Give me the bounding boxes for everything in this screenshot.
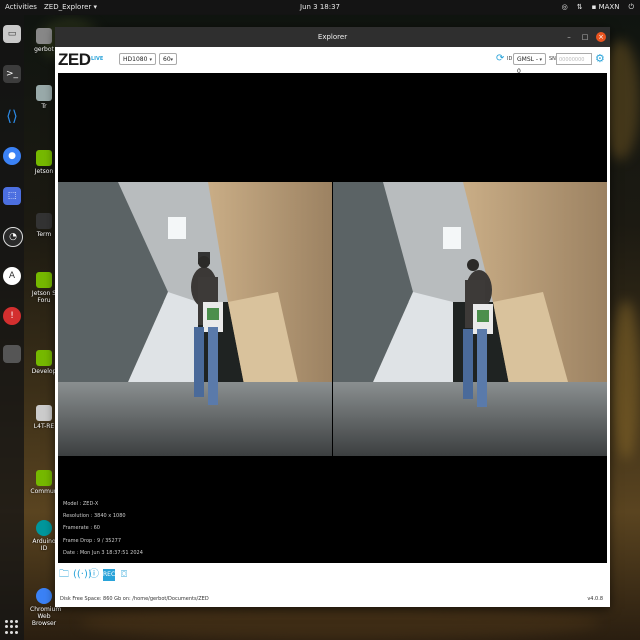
chevron-down-icon: ▾ xyxy=(170,57,173,63)
zed-logo: ZED xyxy=(58,50,91,69)
desktop-icon-3[interactable]: Jetson xyxy=(30,150,58,175)
nvidia-icon xyxy=(36,272,52,288)
zed-explorer-dock-icon[interactable] xyxy=(3,345,21,363)
tool-buttons: 🗀 ((·)) ⓘ REC ⌼ xyxy=(58,569,130,581)
desktop-icon-label: gerbot xyxy=(34,46,54,53)
vscode-icon[interactable]: ⟨⟩ xyxy=(3,107,21,125)
desktop-icon-label: Commun xyxy=(30,488,58,495)
desktop-icon-2[interactable]: Tr xyxy=(30,85,58,110)
nvidia-icon xyxy=(36,350,52,366)
terminal-icon xyxy=(36,213,52,229)
screenshot-icon[interactable]: ⬚ xyxy=(3,187,21,205)
stream-icon[interactable]: ((·)) xyxy=(73,569,92,581)
desktop-icon-label: Develop xyxy=(31,368,57,375)
info-icon[interactable]: ⓘ xyxy=(88,569,100,581)
desktop-icon-label: Jetson S Foru xyxy=(31,290,57,304)
desktop-icon-7[interactable]: L4T-RE xyxy=(30,405,58,430)
record-icon[interactable]: REC xyxy=(103,569,115,581)
desktop-icon-10[interactable]: Chromium Web Browser xyxy=(30,588,62,627)
maximize-button[interactable]: □ xyxy=(580,32,590,42)
system-tray[interactable]: ◎ ⇅ ▪ MAXN ⏻ xyxy=(562,0,634,15)
desktop-icon-label: L4T-RE xyxy=(33,423,55,430)
help-icon[interactable]: ! xyxy=(3,307,21,325)
fps-select[interactable]: 60 ▾ xyxy=(159,53,177,65)
power-icon[interactable]: ⏻ xyxy=(628,0,634,15)
snapshot-camera-icon[interactable]: ⌼ xyxy=(118,569,130,581)
clock[interactable]: Jun 3 18:37 xyxy=(300,0,370,15)
window-titlebar[interactable]: Explorer – □ × xyxy=(55,27,610,47)
nvidia-settings-icon[interactable]: ◎ xyxy=(562,0,568,15)
toolbar: ZED LIVE HD1080 ▾ 60 ▾ ⟳ ID GMSL - 0 ▾ S… xyxy=(55,47,610,75)
bottom-bar: 🗀 ((·)) ⓘ REC ⌼ Disk Free Space: 860 Gb … xyxy=(55,563,610,607)
resolution-value: HD1080 xyxy=(123,56,148,63)
software-icon[interactable]: A xyxy=(3,267,21,285)
dock: ▭ >_ ⟨⟩ ● ⬚ ◔ A ! xyxy=(0,15,24,640)
desktop-icon-8[interactable]: Commun xyxy=(30,470,58,495)
network-icon[interactable]: ⇅ xyxy=(577,0,583,15)
nvidia-icon: ▪ xyxy=(591,3,597,11)
video-viewport[interactable]: Model : ZED-X Resolution : 3840 x 1080 F… xyxy=(58,73,607,563)
trash-icon xyxy=(36,85,52,101)
home-folder-icon xyxy=(36,28,52,44)
fps-value: 60 xyxy=(163,56,171,63)
app-menu[interactable]: ZED_Explorer ▾ xyxy=(44,0,97,15)
folder-icon[interactable]: 🗀 xyxy=(58,569,70,581)
obs-icon[interactable]: ◔ xyxy=(3,227,23,247)
left-camera-view xyxy=(58,182,332,456)
minimize-button[interactable]: – xyxy=(564,32,574,42)
version-label: v4.0.8 xyxy=(587,596,603,602)
settings-gear-icon[interactable]: ⚙ xyxy=(595,52,605,66)
desktop-icon-label: Jetson xyxy=(34,168,54,175)
right-camera-image xyxy=(333,182,607,456)
refresh-icon[interactable]: ⟳ xyxy=(496,53,504,65)
info-framerate: Framerate : 60 xyxy=(63,525,100,532)
sn-label: SN xyxy=(549,56,556,62)
desktop-icon-4[interactable]: Term xyxy=(30,213,58,238)
chevron-down-icon: ▾ xyxy=(539,57,542,63)
left-camera-image xyxy=(58,182,332,456)
show-apps-icon[interactable] xyxy=(5,620,19,634)
arduino-icon xyxy=(36,520,52,536)
terminal-icon[interactable]: >_ xyxy=(3,65,21,83)
desktop-icon-label: Arduino ID xyxy=(32,538,56,552)
camera-info-overlay: Model : ZED-X Resolution : 3840 x 1080 F… xyxy=(63,498,143,559)
desktop-icon-5[interactable]: Jetson S Foru xyxy=(30,272,58,304)
document-icon xyxy=(36,405,52,421)
desktop-icon-9[interactable]: Arduino ID xyxy=(30,520,58,552)
serial-number-field[interactable]: 00000000 xyxy=(556,53,592,65)
id-label: ID xyxy=(507,56,513,62)
info-resolution: Resolution : 3840 x 1080 xyxy=(63,513,126,520)
files-icon[interactable]: ▭ xyxy=(3,25,21,43)
desktop-icon-home[interactable]: gerbot xyxy=(30,28,58,53)
info-frame-drop: Frame Drop : 9 / 35277 xyxy=(63,537,122,544)
nvidia-icon xyxy=(36,150,52,166)
top-bar: Activities ZED_Explorer ▾ Jun 3 18:37 ◎ … xyxy=(0,0,640,15)
nvidia-icon xyxy=(36,470,52,486)
camera-id-select[interactable]: GMSL - 0 ▾ xyxy=(513,53,546,75)
maxn-label: MAXN xyxy=(598,3,620,11)
chevron-down-icon: ▾ xyxy=(149,57,152,63)
right-camera-view xyxy=(333,182,607,456)
window-title: Explorer xyxy=(317,33,348,41)
info-model: Model : ZED-X xyxy=(63,501,99,507)
close-button[interactable]: × xyxy=(596,32,606,42)
maxn-power-mode[interactable]: ▪ MAXN xyxy=(592,0,620,15)
desktop-icon-6[interactable]: Develop xyxy=(30,350,58,375)
live-badge: LIVE xyxy=(91,56,104,62)
desktop-icon-label: Chromium Web Browser xyxy=(30,606,62,627)
disk-status: Disk Free Space: 860 Gb on: /home/gerbot… xyxy=(60,596,209,602)
info-date: Date : Mon Jun 3 18:37:51 2024 xyxy=(63,549,143,556)
chromium-icon xyxy=(36,588,52,604)
chromium-icon[interactable]: ● xyxy=(3,147,21,165)
desktop-icon-label: Term xyxy=(36,231,52,238)
activities-button[interactable]: Activities xyxy=(5,0,37,15)
resolution-select[interactable]: HD1080 ▾ xyxy=(119,53,156,65)
desktop-icon-label: Tr xyxy=(41,103,47,110)
zed-explorer-window: Explorer – □ × ZED LIVE HD1080 ▾ 60 ▾ ⟳ … xyxy=(55,27,610,607)
